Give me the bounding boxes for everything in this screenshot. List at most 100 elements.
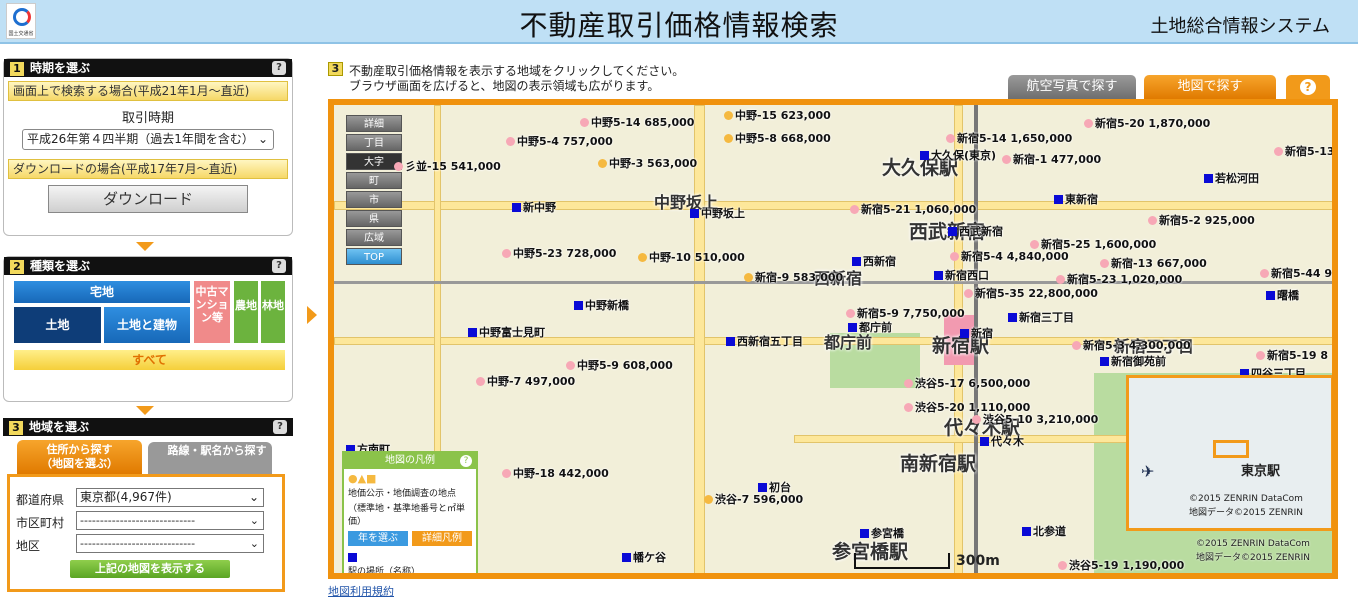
step-number: 3	[328, 62, 343, 76]
land-price-point[interactable]: 中野5-4 757,000	[506, 133, 613, 149]
land-price-point[interactable]: 新宿5-14 1,650,000	[946, 130, 1072, 146]
period-section-header: 1 時期を選ぶ?	[4, 59, 292, 77]
farm-button[interactable]: 農地	[234, 281, 258, 343]
step-arrow-right	[307, 306, 317, 324]
station-marker[interactable]: 新宿御苑前	[1100, 353, 1166, 369]
zoom-level-wide[interactable]: 広域	[346, 229, 402, 246]
land-price-point[interactable]: 新宿5-3 4,300,000	[1072, 337, 1191, 353]
help-icon[interactable]: ?	[272, 259, 286, 273]
legend-title: 地図の凡例?	[344, 453, 476, 469]
tab-aerial[interactable]: 航空写真で探す	[1008, 75, 1136, 99]
land-price-point[interactable]: 中野-15 623,000	[724, 107, 831, 123]
station-marker[interactable]: 代々木	[980, 433, 1024, 449]
help-icon[interactable]: ?	[272, 61, 286, 75]
help-icon[interactable]: ?	[460, 455, 472, 467]
type-section-title: 種類を選ぶ	[30, 259, 91, 273]
select-year-button[interactable]: 年を選ぶ	[348, 531, 408, 546]
station-marker[interactable]: 新宿	[960, 325, 993, 341]
land-price-point[interactable]: 渋谷5-10 3,210,000	[972, 411, 1098, 427]
period-select[interactable]: 平成26年第４四半期（過去1年間を含む） ⌄	[22, 129, 274, 150]
zoom-level-town[interactable]: 町	[346, 172, 402, 189]
station-marker[interactable]: 初台	[758, 479, 791, 495]
land-price-point[interactable]: 中野5-23 728,000	[502, 245, 616, 261]
type-section-header: 2 種類を選ぶ?	[4, 257, 292, 275]
map-view[interactable]: 詳細 丁目 大字 町 市 県 広域 TOP 大久保駅 西武新宿 新宿駅 代々木駅…	[328, 99, 1338, 579]
city-label: 市区町村	[16, 516, 65, 530]
forest-button[interactable]: 林地	[261, 281, 285, 343]
download-label: ダウンロードの場合(平成17年7月～直近)	[8, 159, 288, 179]
land-price-point[interactable]: 新宿-13 667,000	[1100, 255, 1207, 271]
station-marker[interactable]: 東新宿	[1054, 191, 1098, 207]
station-marker[interactable]: 西武新宿	[948, 223, 1003, 239]
land-price-point[interactable]: 渋谷5-19 1,190,000	[1058, 557, 1184, 573]
land-price-point[interactable]: 彡並-15 541,000	[394, 158, 501, 174]
station-marker[interactable]: 中野坂上	[690, 205, 745, 221]
land-price-point[interactable]: 中野5-8 668,000	[724, 130, 831, 146]
step-number: 3	[9, 421, 23, 435]
land-price-point[interactable]: 中野5-9 608,000	[566, 357, 673, 373]
city-select[interactable]: ----------------------------- ⌄	[76, 511, 264, 530]
land-price-point[interactable]: 新宿-9 583,000	[744, 269, 843, 285]
zoom-level-chome[interactable]: 丁目	[346, 134, 402, 151]
tab-map[interactable]: 地図で探す	[1144, 75, 1276, 99]
legend-detail-button[interactable]: 詳細凡例	[412, 531, 472, 546]
station-marker[interactable]: 中野新橋	[574, 297, 629, 313]
station-marker[interactable]: 若松河田	[1204, 170, 1259, 186]
district-select[interactable]: ----------------------------- ⌄	[76, 534, 264, 553]
station-marker[interactable]: 西新宿	[852, 253, 896, 269]
zoom-level-prefecture[interactable]: 県	[346, 210, 402, 227]
legend-buttons: 年を選ぶ 詳細凡例	[348, 531, 472, 547]
step-number: 2	[10, 260, 24, 274]
station-marker[interactable]: 中野富士見町	[468, 324, 545, 340]
legend-item2: 駅の場所（名称）	[348, 567, 421, 577]
station-marker[interactable]: 幡ケ谷	[622, 549, 666, 565]
app-header: 国土交通省 不動産取引価格情報検索 土地総合情報システム	[0, 0, 1358, 44]
station-marker[interactable]: 新宿三丁目	[1008, 309, 1074, 325]
takuchi-button[interactable]: 宅地	[14, 281, 190, 303]
land-price-point[interactable]: 新宿5-44 935	[1260, 265, 1332, 281]
help-icon[interactable]: ?	[273, 420, 287, 434]
station-marker[interactable]: 大久保(東京)	[920, 147, 996, 163]
zoom-level-city[interactable]: 市	[346, 191, 402, 208]
land-price-point[interactable]: 渋谷5-17 6,500,000	[904, 375, 1030, 391]
station-marker[interactable]: 曙橋	[1266, 287, 1299, 303]
show-map-button[interactable]: 上記の地図を表示する	[70, 560, 230, 578]
land-price-point[interactable]: 新宿-1 477,000	[1002, 151, 1101, 167]
station-marker[interactable]: 北参道	[1022, 523, 1066, 539]
map-road	[694, 105, 705, 573]
map-terms-link[interactable]: 地図利用規約	[328, 583, 394, 599]
tab-address[interactable]: 住所から探す （地図を選ぶ）	[17, 440, 142, 474]
station-marker[interactable]: 新宿西口	[934, 267, 989, 283]
help-icon: ?	[1300, 79, 1316, 95]
zoom-level-detail[interactable]: 詳細	[346, 115, 402, 132]
land-price-point[interactable]: 新宿5-35 22,800,000	[964, 285, 1098, 301]
chevron-down-icon: ⌄	[249, 535, 259, 552]
pref-select[interactable]: 東京都(4,967件) ⌄	[76, 488, 264, 507]
land-price-point[interactable]: 中野-3 563,000	[598, 155, 697, 171]
land-price-point[interactable]: 新宿5-19 8	[1256, 347, 1328, 363]
land-price-point[interactable]: 中野-7 497,000	[476, 373, 575, 389]
all-types-button[interactable]: すべて	[14, 350, 285, 370]
mansion-button[interactable]: 中古マンション等	[194, 281, 230, 343]
land-price-point[interactable]: 新宿5-25 1,600,000	[1030, 236, 1156, 252]
land-button[interactable]: 土地	[14, 307, 101, 343]
land-price-point[interactable]: 新宿5-2 925,000	[1148, 212, 1255, 228]
land-building-button[interactable]: 土地と建物	[104, 307, 190, 343]
map-help-tab[interactable]: ?	[1286, 75, 1330, 99]
overview-minimap[interactable]: 東京駅 ©2015 ZENRIN DataCom 地図データ©2015 ZENR…	[1126, 375, 1332, 531]
station-marker[interactable]: 西新宿五丁目	[726, 333, 803, 349]
land-price-point[interactable]: 中野-18 442,000	[502, 465, 609, 481]
station-marker[interactable]: 新中野	[512, 199, 556, 215]
minimap-credit: 地図データ©2015 ZENRIN	[1189, 508, 1303, 518]
land-price-point[interactable]: 新宿5-20 1,870,000	[1084, 115, 1210, 131]
station-marker[interactable]: 参宮橋	[860, 525, 904, 541]
zoom-top[interactable]: TOP	[346, 248, 402, 265]
land-price-point[interactable]: 中野5-14 685,000	[580, 114, 694, 130]
download-button[interactable]: ダウンロード	[48, 185, 248, 213]
station-marker[interactable]: 都庁前	[848, 319, 892, 335]
minimap-viewport[interactable]	[1213, 440, 1249, 458]
land-price-point[interactable]: 新宿5-13 1,180	[1274, 143, 1332, 159]
land-price-point[interactable]: 新宿5-21 1,060,000	[850, 201, 976, 217]
tab-station[interactable]: 路線・駅名から探す	[148, 442, 272, 474]
land-price-point[interactable]: 中野-10 510,000	[638, 249, 745, 265]
